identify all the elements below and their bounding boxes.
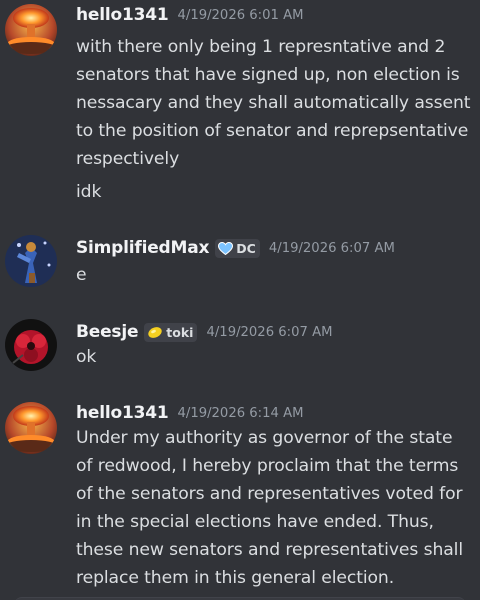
message-text: nessacary and they shall automatically a… (76, 93, 471, 113)
message-text: respectively (76, 149, 180, 169)
nuclear-explosion-avatar (5, 402, 57, 454)
username[interactable]: hello1341 (76, 5, 169, 25)
timestamp[interactable]: 4/19/2026 6:07 AM (206, 325, 332, 340)
server-tag-label: toki (166, 324, 194, 340)
nuclear-explosion-avatar (5, 4, 57, 56)
message-text: in the special elections have ended. Thu… (76, 512, 434, 532)
user-avatar[interactable] (5, 402, 57, 454)
message-group: hello1341 4/19/2026 6:14 AM Under my aut… (0, 399, 480, 600)
user-avatar[interactable] (5, 319, 57, 371)
server-tag[interactable]: DC (215, 238, 260, 258)
message-text: replace them in this general election. (76, 568, 395, 588)
message-text: senators that have signed up, non electi… (76, 65, 460, 85)
blue-figure-avatar (5, 235, 57, 287)
message-text: e (76, 265, 87, 285)
timestamp[interactable]: 4/19/2026 6:14 AM (177, 406, 303, 421)
blue-heart-icon (218, 241, 234, 255)
username[interactable]: SimplifiedMax (76, 238, 209, 258)
user-avatar[interactable] (5, 235, 57, 287)
message-text: Under my authority as governor of the st… (76, 428, 453, 448)
message-text: ok (76, 347, 97, 367)
lemon-icon (147, 326, 163, 339)
message-text: with there only being 1 represntative an… (76, 37, 446, 57)
message-group: SimplifiedMax DC 4/19/2026 6:07 AM e (0, 232, 480, 292)
message-group: Beesje toki 4/19/2026 6:07 AM ok (0, 316, 480, 376)
username[interactable]: hello1341 (76, 403, 169, 423)
message-group: hello1341 4/19/2026 6:01 AM with there o… (0, 0, 480, 210)
message-text: to the position of senator and reprepsen… (76, 121, 469, 141)
message-list: hello1341 4/19/2026 6:01 AM with there o… (0, 0, 480, 600)
user-avatar[interactable] (5, 4, 57, 56)
username[interactable]: Beesje (76, 322, 138, 342)
message-text: idk (76, 182, 102, 202)
message-text: of the senators and representatives vote… (76, 484, 463, 504)
message-text: of redwood, I hereby proclaim that the t… (76, 456, 459, 476)
server-tag[interactable]: toki (144, 322, 198, 342)
server-tag-label: DC (236, 240, 256, 256)
timestamp[interactable]: 4/19/2026 6:07 AM (269, 241, 395, 256)
timestamp[interactable]: 4/19/2026 6:01 AM (177, 8, 303, 23)
red-flower-avatar (5, 319, 57, 371)
message-text: these new senators and representatives s… (76, 540, 464, 560)
